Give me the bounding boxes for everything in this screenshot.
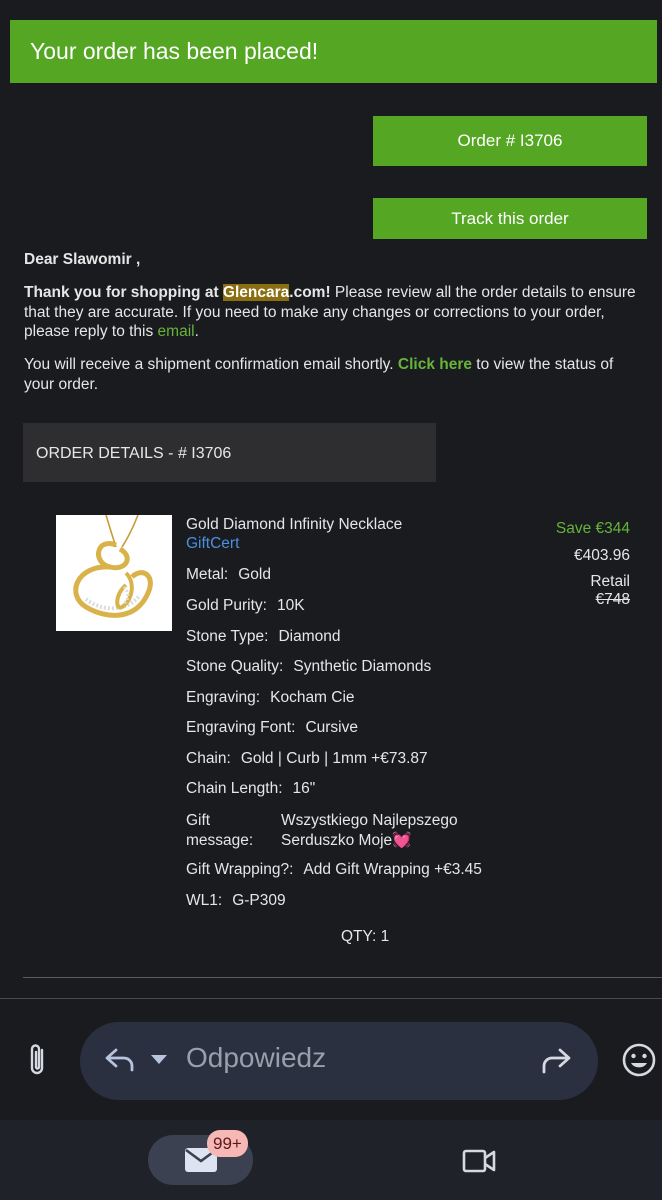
order-placed-banner: Your order has been placed! — [10, 20, 657, 83]
attr-key: Gold Purity: — [186, 597, 267, 614]
thank-you-paragraph: Thank you for shopping at Glencara.com! … — [24, 283, 644, 342]
divider — [23, 977, 662, 978]
attr-key: Chain Length: — [186, 780, 283, 797]
attr-gold-purity: Gold Purity: 10K — [186, 597, 305, 615]
giftcert-link[interactable]: GiftCert — [186, 535, 239, 553]
reply-label[interactable]: Odpowiedz — [186, 1042, 326, 1074]
forward-icon[interactable] — [540, 1046, 572, 1081]
attr-value: Kocham Cie — [270, 689, 355, 706]
attr-key: Stone Quality: — [186, 658, 284, 675]
gift-message-label: Gift message: — [186, 812, 254, 849]
gift-message-value: Wszystkiego Najlepszego Serduszko Moje💓 — [281, 811, 458, 851]
track-order-button[interactable]: Track this order — [373, 198, 647, 239]
brand-name: Glencara — [222, 284, 290, 301]
gift-message-line2-wrap: Serduszko Moje💓 — [281, 831, 458, 851]
necklace-image — [73, 514, 153, 618]
attr-engraving: Engraving: Kocham Cie — [186, 689, 355, 707]
greeting: Dear Slawomir , — [24, 251, 141, 268]
attr-value: Synthetic Diamonds — [293, 658, 432, 675]
order-number-button[interactable]: Order # I3706 — [373, 116, 647, 166]
attr-wl1: WL1: G-P309 — [186, 892, 286, 910]
quantity: QTY: 1 — [341, 928, 390, 945]
attr-metal: Metal: Gold — [186, 566, 271, 584]
paperclip-icon[interactable] — [24, 1042, 52, 1083]
attr-stone-quality: Stone Quality: Synthetic Diamonds — [186, 658, 431, 676]
banner-text: Your order has been placed! — [30, 38, 319, 64]
shipment-paragraph: You will receive a shipment confirmation… — [24, 355, 644, 394]
attr-value: Gold — [238, 566, 271, 583]
bottom-navigation — [0, 1120, 662, 1200]
attr-chain-length: Chain Length: 16" — [186, 780, 315, 798]
attr-key: Metal: — [186, 566, 229, 583]
shipment-before: You will receive a shipment confirmation… — [24, 356, 398, 373]
product-title[interactable]: Gold Diamond Infinity Necklace — [186, 516, 402, 534]
reply-icon[interactable] — [104, 1044, 136, 1081]
attr-key: Engraving: — [186, 689, 261, 706]
order-details-header: ORDER DETAILS - # I3706 — [23, 423, 436, 482]
gift-message-line1: Wszystkiego Najlepszego — [281, 812, 458, 829]
thank-you-prefix: Thank you for shopping at — [24, 284, 223, 301]
order-number-label: Order # I3706 — [457, 131, 563, 150]
click-here-link[interactable]: Click here — [398, 356, 472, 373]
brand-suffix: .com! — [289, 284, 331, 301]
attr-key: Stone Type: — [186, 628, 269, 645]
retail-price: €748 — [595, 591, 630, 608]
save-amount: Save €344 — [555, 520, 630, 537]
thank-you-end: . — [194, 323, 199, 340]
attr-value: G-P309 — [232, 892, 286, 909]
retail-label: Retail — [590, 573, 630, 590]
attr-value: Gold | Curb | 1mm +€73.87 — [240, 750, 428, 767]
attr-value: Add Gift Wrapping +€3.45 — [303, 861, 482, 878]
attr-engraving-font: Engraving Font: Cursive — [186, 719, 358, 737]
attr-chain: Chain: Gold | Curb | 1mm +€73.87 — [186, 750, 428, 768]
attr-value: Diamond — [278, 628, 341, 645]
attr-key: WL1: — [186, 892, 223, 909]
order-details-title: ORDER DETAILS - # I3706 — [36, 445, 232, 462]
heart-emoji: 💓 — [392, 832, 412, 849]
video-icon[interactable] — [461, 1145, 497, 1180]
unread-badge: 99+ — [207, 1130, 248, 1157]
unread-count: 99+ — [213, 1133, 242, 1153]
divider — [0, 998, 662, 999]
gift-message-line2: Serduszko Moje — [281, 832, 393, 849]
email-link[interactable]: email — [158, 323, 195, 340]
attr-key: Engraving Font: — [186, 719, 296, 736]
attr-key: Chain: — [186, 750, 231, 767]
attr-gift-wrapping: Gift Wrapping?: Add Gift Wrapping +€3.45 — [186, 861, 482, 879]
price: €403.96 — [573, 547, 630, 564]
attr-value: 16" — [292, 780, 316, 797]
attr-value: 10K — [276, 597, 305, 614]
attr-stone-type: Stone Type: Diamond — [186, 628, 340, 646]
attr-key: Gift Wrapping?: — [186, 861, 294, 878]
track-order-label: Track this order — [451, 208, 569, 228]
product-image[interactable] — [56, 514, 172, 631]
attr-value: Cursive — [305, 719, 358, 736]
emoji-icon[interactable] — [621, 1042, 657, 1083]
chevron-down-icon[interactable] — [150, 1052, 168, 1071]
